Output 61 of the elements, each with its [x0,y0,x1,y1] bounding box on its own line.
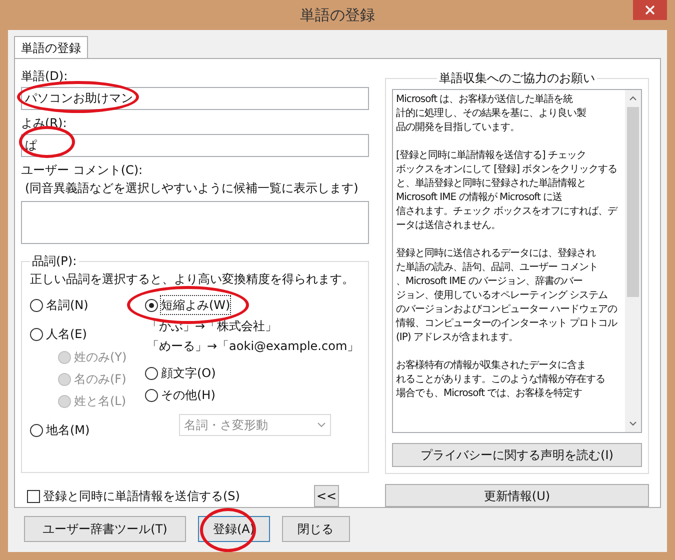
info-text-line: 品の開発を目指しています。 [396,121,520,135]
close-icon [645,5,655,15]
scrollbar-thumb[interactable] [627,107,639,297]
radio-label: 姓と名(L) [74,393,126,410]
info-text-line: 登録と同時に送信されるデータには、登録され [396,247,597,261]
info-text-line: [登録と同時に単語情報を送信する] チェック [396,149,587,163]
send-checkbox[interactable] [27,490,40,502]
radio-button[interactable] [30,328,43,341]
example-text: 「めーる」→「aoki@example.com」 [146,338,360,356]
info-text-line: れることがあります。このような情報が存在する [396,373,606,387]
collapse-button[interactable]: << [314,485,339,507]
dialog-button[interactable]: 登録(A) [198,516,270,542]
radio-button[interactable] [145,298,158,312]
radio-label: 顔文字(O) [161,365,216,382]
info-text-line: た単語の読み、語句、品詞、ユーザー コメント [396,261,600,275]
radio-label: 地名(M) [46,422,90,440]
info-text-line: のバージョンおよびコンピューター ハードウェアの [396,303,618,317]
comment-hint: (同音異義語などを選択しやすいように候補一覧に表示します) [24,180,360,197]
info-text-line: Microsoft IME の情報が Microsoft に送 [396,191,564,205]
radio-label: 名のみ(F) [74,371,126,388]
info-text-line: 、Microsoft IME のバージョン、辞書のバー [396,275,584,289]
part-of-speech-hint: 正しい品詞を選択すると、より高い変換精度を得られます。 [30,271,355,288]
scrollbar[interactable] [625,90,641,432]
close-button[interactable] [633,0,667,20]
radio-button[interactable] [145,388,158,402]
reading-field[interactable]: ぱ [21,134,369,157]
scroll-up-icon[interactable] [629,96,637,101]
dialog-button[interactable]: ユーザー辞書ツール(T) [24,516,186,542]
radio-button[interactable] [145,366,158,380]
radio-label: 人名(E) [46,326,87,344]
info-text-line: 場合でも、Microsoft では、お客様を特定す [396,387,584,401]
radio-button[interactable] [30,298,43,312]
radio-label: 姓のみ(Y) [74,349,127,366]
radio-button[interactable] [30,424,43,437]
info-text-line: 情報、コンピューターのインターネット プロトコル [396,317,618,331]
chevron-down-icon [317,422,326,428]
info-text-line: ボックスをオンにして [登録] ボタンをクリックする [396,163,618,177]
info-text-line: ジョン、使用しているオペレーティング システム [396,289,609,303]
tab[interactable]: 単語の登録 [14,36,88,58]
window-title: 単語の登録 [300,4,375,26]
dialog-button[interactable]: 閉じる [282,516,350,542]
info-text-line: Microsoft は、お客様が送信した単語を統 [396,93,574,107]
part-of-speech-label: 品詞(P): [31,253,78,270]
radio-label: 短縮よみ(W) [161,296,230,314]
privacy-button[interactable]: プライバシーに関する声明を読む(I) [392,443,642,467]
info-text-line: と、単語登録と同時に登録された単語情報と [396,177,587,191]
info-text-line: ータは送信されません。 [396,219,502,233]
radio-label: 名詞(N) [46,297,88,314]
scroll-down-icon[interactable] [629,421,637,426]
info-text-line: (IP) アドレスが含まれます。 [396,331,519,345]
info-group-title: 単語収集へのご協力のお願い [438,70,596,87]
word-field[interactable]: パソコンお助けマン [21,87,369,110]
word-label: 単語(D): [21,68,69,85]
radio-label: その他(H) [161,387,216,404]
comment-field[interactable] [21,201,369,244]
comment-label: ユーザー コメント(C): [21,162,144,179]
info-text-line: 計的に処理し、その結果を基に、より良い製 [396,107,587,121]
send-checkbox-label: 登録と同時に単語情報を送信する(S) [43,488,240,505]
info-text-line: 信されます。チェック ボックスをオフにすれば、デ [396,205,619,219]
update-button[interactable]: 更新情報(U) [385,484,649,507]
info-text-line: お客様特有の情報が収集されたデータに含ま [396,359,587,373]
